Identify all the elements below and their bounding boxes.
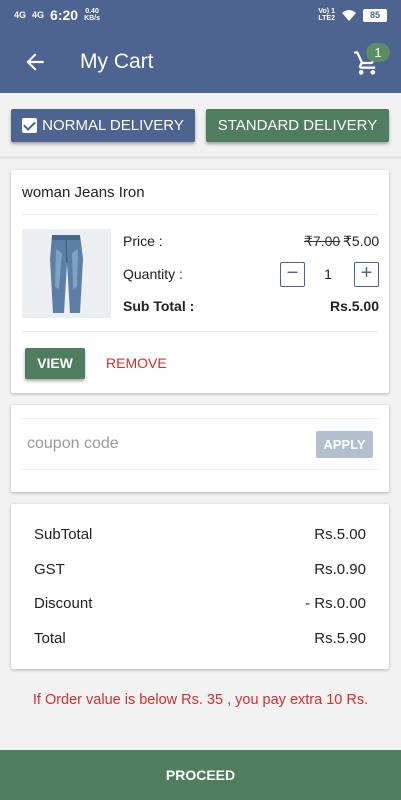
back-arrow-icon[interactable] — [22, 49, 48, 75]
signal-indicator-1: 4G — [14, 9, 27, 20]
wifi-icon — [341, 9, 356, 21]
summary-value: - Rs.0.00 — [305, 595, 366, 612]
volte-indicator: Vo) 1 LTE2 — [318, 8, 335, 22]
summary-row-gst: GST Rs.0.90 — [34, 561, 366, 578]
section-divider — [0, 156, 401, 159]
delivery-charge-note: If Order value is below Rs. 35 , you pay… — [32, 692, 369, 708]
status-right: Vo) 1 LTE2 85 — [318, 8, 387, 22]
normal-delivery-button[interactable]: NORMAL DELIVERY — [11, 109, 195, 142]
coupon-code-input[interactable] — [27, 432, 307, 456]
status-left: 4G 4G 6:20 0.40 KB/s — [14, 7, 100, 23]
summary-row-total: Total Rs.5.90 — [34, 630, 366, 647]
cart-item-card: woman Jeans Iron Price : ₹7.00 ₹5.00 Qua… — [11, 170, 389, 393]
remove-button[interactable]: REMOVE — [106, 355, 167, 371]
order-summary-card: SubTotal Rs.5.00 GST Rs.0.90 Discount - … — [11, 504, 389, 669]
cart-count-badge: 1 — [366, 43, 390, 62]
summary-value: Rs.5.90 — [314, 630, 366, 647]
plus-icon: + — [360, 262, 373, 284]
summary-label: Discount — [34, 595, 93, 612]
summary-row-subtotal: SubTotal Rs.5.00 — [34, 526, 366, 543]
subtotal-value: Rs.5.00 — [329, 298, 379, 314]
battery-indicator: 85 — [362, 8, 387, 22]
card-divider — [22, 331, 378, 332]
app-bar: My Cart 1 — [0, 31, 401, 93]
standard-delivery-label: STANDARD DELIVERY — [217, 117, 378, 134]
jeans-image — [22, 229, 111, 318]
status-bar: 4G 4G 6:20 0.40 KB/s Vo) 1 LTE2 85 — [0, 0, 401, 31]
summary-row-discount: Discount - Rs.0.00 — [34, 595, 366, 612]
network-speed-unit: KB/s — [84, 15, 101, 22]
quantity-value: 1 — [324, 266, 332, 282]
original-price: ₹7.00 — [304, 233, 341, 249]
page-title: My Cart — [80, 50, 154, 73]
quantity-label: Quantity : — [123, 266, 183, 282]
discounted-price: ₹5.00 — [343, 233, 380, 249]
card-divider — [22, 214, 378, 215]
network-speed-value: 0.40 — [85, 8, 99, 15]
summary-value: Rs.5.00 — [314, 526, 366, 543]
coupon-divider-top — [22, 418, 378, 419]
product-image[interactable] — [22, 229, 111, 318]
volte-label: Vo) 1 — [318, 8, 335, 15]
signal-indicator-2: 4G — [32, 9, 45, 20]
quantity-decrease-button[interactable]: − — [280, 262, 305, 287]
product-name: woman Jeans Iron — [22, 184, 145, 201]
quantity-increase-button[interactable]: + — [354, 262, 379, 287]
normal-delivery-label: NORMAL DELIVERY — [42, 117, 184, 134]
subtotal-label: Sub Total : — [123, 298, 195, 314]
summary-label: Total — [34, 630, 66, 647]
proceed-button[interactable]: PROCEED — [0, 750, 401, 800]
coupon-card: APPLY — [11, 405, 389, 492]
summary-label: GST — [34, 561, 65, 578]
network-speed: 0.40 KB/s — [84, 8, 100, 22]
minus-icon: − — [286, 262, 299, 284]
status-time: 6:20 — [50, 7, 79, 23]
summary-label: SubTotal — [34, 526, 93, 543]
lte-label: LTE2 — [318, 15, 335, 22]
coupon-divider-bottom — [22, 469, 378, 470]
checkbox-checked-icon — [22, 118, 38, 133]
apply-coupon-button[interactable]: APPLY — [316, 431, 373, 458]
view-button[interactable]: VIEW — [25, 348, 85, 379]
summary-value: Rs.0.90 — [314, 561, 366, 578]
price-label: Price : — [123, 233, 163, 249]
standard-delivery-button[interactable]: STANDARD DELIVERY — [206, 109, 389, 142]
